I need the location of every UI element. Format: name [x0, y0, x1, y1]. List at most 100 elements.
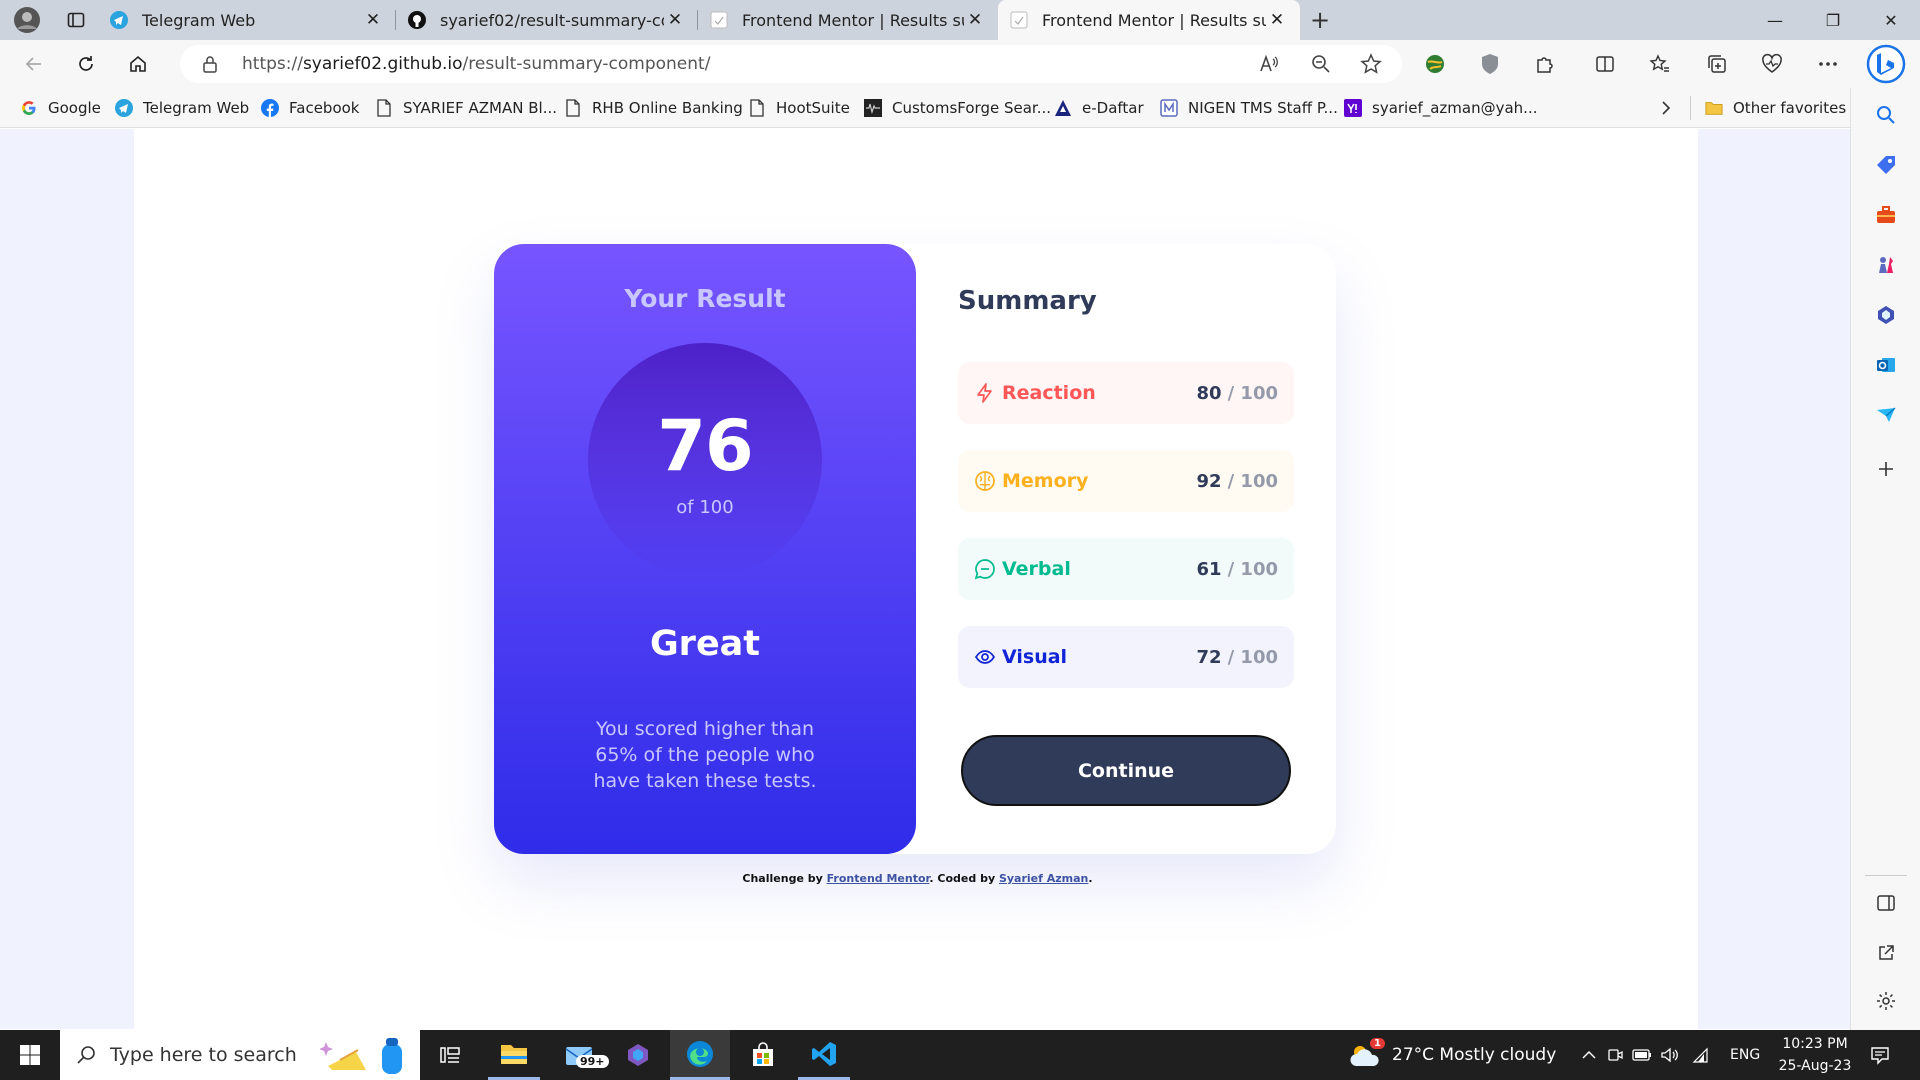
close-icon[interactable]: ✕	[362, 9, 384, 31]
bookmark-telegram[interactable]: Telegram Web	[115, 96, 249, 120]
bookmark-rhb[interactable]: RHB Online Banking	[564, 96, 743, 120]
collections-icon[interactable]	[1697, 44, 1737, 84]
author-link[interactable]: Syarief Azman	[999, 872, 1088, 885]
notifications-icon[interactable]	[1862, 1030, 1898, 1080]
summary-item-max: / 100	[1227, 382, 1278, 404]
extensions-puzzle-icon[interactable]	[1525, 44, 1565, 84]
favorites-icon[interactable]	[1640, 44, 1680, 84]
profile-avatar[interactable]	[0, 0, 54, 40]
bookmark-label: Telegram Web	[143, 99, 250, 117]
customsforge-icon	[864, 99, 882, 117]
github-icon	[408, 11, 426, 29]
bookmark-facebook[interactable]: Facebook	[261, 96, 359, 120]
continue-button[interactable]: Continue	[961, 735, 1291, 806]
microsoft-365-icon[interactable]	[1871, 300, 1901, 330]
address-bar[interactable]: https://syarief02.github.io/result-summa…	[180, 45, 1402, 83]
taskbar-search-box[interactable]: Type here to search	[60, 1030, 420, 1080]
wifi-icon[interactable]	[1688, 1030, 1712, 1080]
weather-widget[interactable]: 1 27°C Mostly cloudy	[1348, 1030, 1556, 1080]
split-screen-icon[interactable]	[1585, 44, 1625, 84]
vscode-icon[interactable]	[798, 1030, 850, 1080]
volume-icon[interactable]	[1658, 1030, 1682, 1080]
new-tab-button[interactable]: +	[1300, 0, 1340, 40]
url-text[interactable]: https://syarief02.github.io/result-summa…	[242, 54, 710, 74]
bookmark-yahoo[interactable]: syarief_azman@yah...	[1344, 96, 1537, 120]
favorite-star-icon[interactable]	[1360, 53, 1382, 75]
page-icon	[710, 11, 728, 29]
hide-sidebar-icon[interactable]	[1871, 888, 1901, 918]
add-sidebar-app-icon[interactable]	[1871, 454, 1901, 484]
close-icon[interactable]: ✕	[1266, 9, 1288, 31]
bookmark-google[interactable]: Google	[20, 96, 101, 120]
bookmark-label: Facebook	[289, 99, 360, 117]
show-hidden-icons-chevron-icon[interactable]	[1578, 1030, 1600, 1080]
bookmark-syarief-azman[interactable]: SYARIEF AZMAN Bl...	[375, 96, 557, 120]
more-menu-icon[interactable]	[1808, 44, 1848, 84]
lock-icon[interactable]	[202, 55, 218, 73]
summary-item-reaction: Reaction 80 / 100	[958, 362, 1294, 424]
extension-globe-icon[interactable]	[1415, 44, 1455, 84]
tab-title: Frontend Mentor | Results summ	[742, 10, 964, 30]
bookmark-edaftar[interactable]: e-Daftar	[1054, 96, 1144, 120]
other-favorites-folder[interactable]: Other favorites	[1705, 96, 1846, 120]
favorites-bar: Google Telegram Web Facebook SYARIEF AZM…	[0, 88, 1920, 128]
home-button[interactable]	[112, 42, 164, 86]
mail-icon[interactable]: 99+	[552, 1030, 609, 1080]
back-button[interactable]	[8, 42, 60, 86]
minimize-button[interactable]: —	[1746, 0, 1804, 40]
zoom-icon[interactable]	[1310, 53, 1332, 75]
outlook-icon[interactable]	[1871, 350, 1901, 380]
summary-item-label: Visual	[1002, 646, 1068, 668]
tab-github[interactable]: syarief02/result-summary-compo ✕	[396, 0, 698, 40]
tab-telegram[interactable]: Telegram Web ✕	[98, 0, 396, 40]
clock[interactable]: 10:23 PM 25-Aug-23	[1772, 1033, 1858, 1077]
shopping-tag-icon[interactable]	[1871, 150, 1901, 180]
sidebar-divider	[1865, 875, 1907, 876]
bookmark-label: RHB Online Banking	[592, 99, 743, 117]
refresh-button[interactable]	[60, 42, 112, 86]
bookmark-nigen[interactable]: NIGEN TMS Staff P...	[1160, 96, 1338, 120]
summary-item-max: / 100	[1227, 470, 1278, 492]
search-icon	[76, 1045, 96, 1065]
tab-title: Telegram Web	[142, 10, 256, 30]
score-value: 76	[657, 405, 753, 487]
windows-start-icon[interactable]	[0, 1030, 60, 1080]
extension-shield-icon[interactable]	[1470, 44, 1510, 84]
summary-item-max: / 100	[1227, 646, 1278, 668]
task-view-icon[interactable]	[428, 1030, 472, 1080]
restore-button[interactable]: ❐	[1804, 0, 1862, 40]
open-external-icon[interactable]	[1871, 938, 1901, 968]
yahoo-icon	[1344, 99, 1362, 117]
language-indicator[interactable]: ENG	[1730, 1030, 1760, 1080]
navigation-bar: https://syarief02.github.io/result-summa…	[0, 40, 1920, 88]
tab-actions-icon[interactable]	[54, 0, 98, 40]
read-aloud-icon[interactable]	[1258, 53, 1280, 75]
sidebar-settings-gear-icon[interactable]	[1871, 986, 1901, 1016]
sidebar-search-icon[interactable]	[1871, 100, 1901, 130]
weather-text: 27°C Mostly cloudy	[1392, 1045, 1557, 1065]
meet-now-icon[interactable]	[1604, 1030, 1626, 1080]
search-placeholder: Type here to search	[110, 1044, 297, 1066]
tab-frontend-mentor-active[interactable]: Frontend Mentor | Results summ ✕	[998, 0, 1300, 40]
bookmark-customsforge[interactable]: CustomsForge Sear...	[864, 96, 1051, 120]
performance-heart-icon[interactable]	[1752, 44, 1792, 84]
close-window-button[interactable]: ✕	[1862, 0, 1920, 40]
battery-icon[interactable]	[1630, 1030, 1654, 1080]
copilot-app-icon[interactable]	[614, 1030, 662, 1080]
window-controls: — ❐ ✕	[1746, 0, 1920, 40]
frontend-mentor-link[interactable]: Frontend Mentor	[827, 872, 930, 885]
close-icon[interactable]: ✕	[664, 9, 686, 31]
bookmark-label: CustomsForge Sear...	[892, 99, 1052, 117]
games-chess-icon[interactable]	[1871, 250, 1901, 280]
close-icon[interactable]: ✕	[964, 9, 986, 31]
drop-send-icon[interactable]	[1871, 400, 1901, 430]
tab-frontend-mentor[interactable]: Frontend Mentor | Results summ ✕	[698, 0, 998, 40]
microsoft-store-icon[interactable]	[738, 1030, 788, 1080]
edge-browser-icon[interactable]	[670, 1030, 730, 1080]
eye-icon	[974, 646, 996, 668]
bookmark-hootsuite[interactable]: HootSuite	[748, 96, 850, 120]
file-explorer-icon[interactable]	[488, 1030, 540, 1080]
bookmarks-overflow-chevron-icon[interactable]	[1660, 96, 1672, 120]
bing-copilot-icon[interactable]	[1864, 42, 1908, 86]
tools-briefcase-icon[interactable]	[1871, 200, 1901, 230]
